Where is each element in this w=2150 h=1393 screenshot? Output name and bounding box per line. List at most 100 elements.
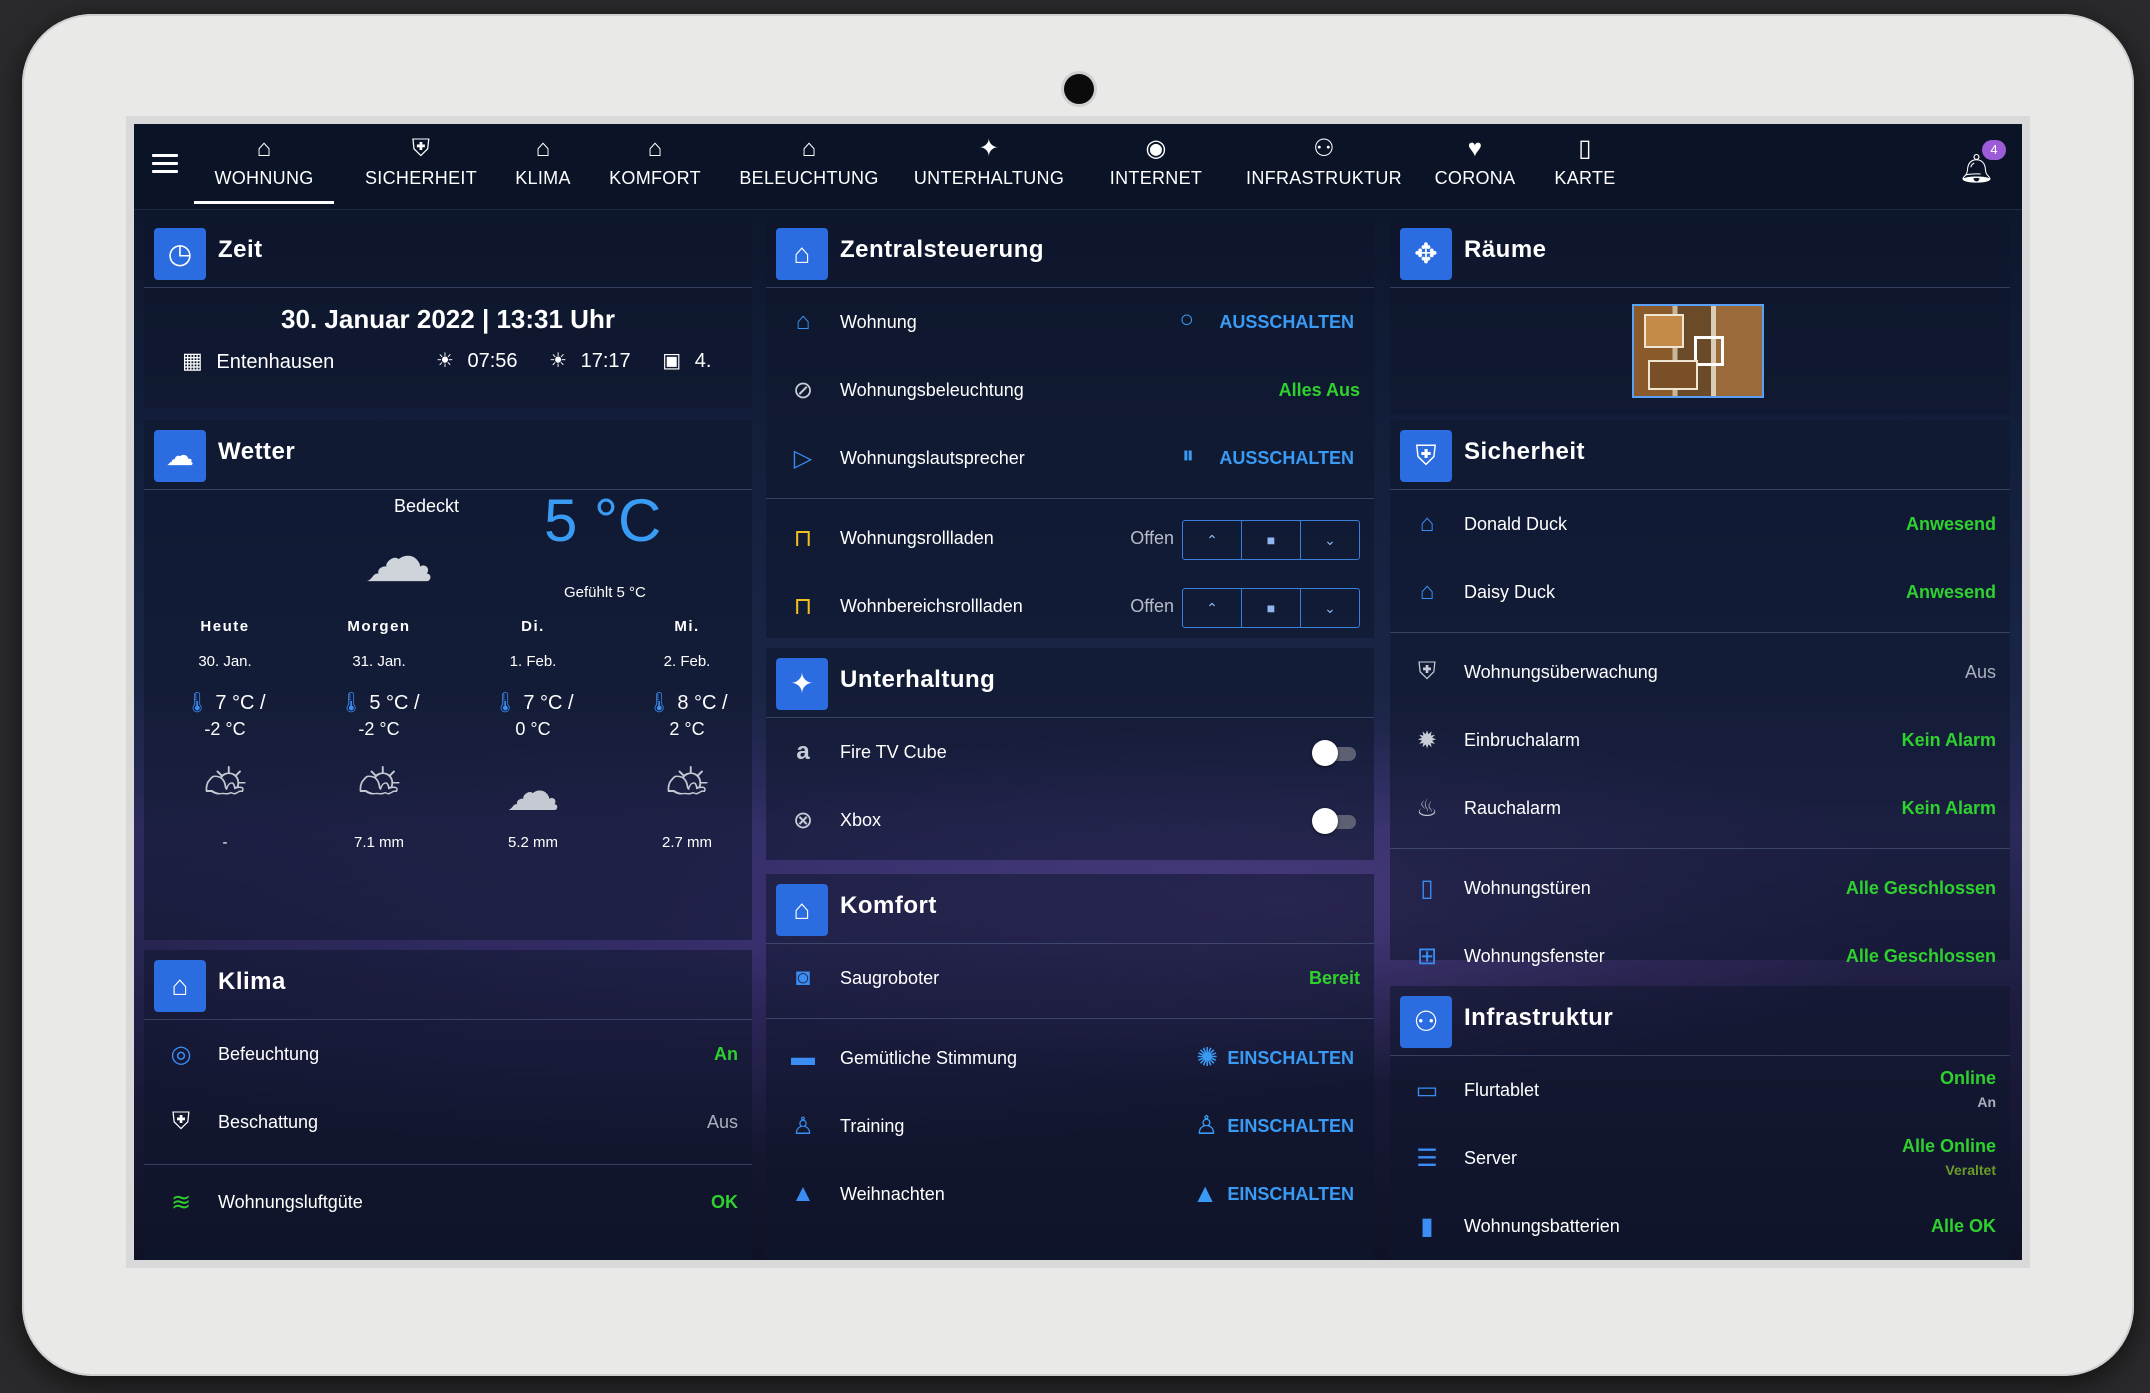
- shutter-up-button[interactable]: ⌃: [1183, 521, 1242, 559]
- floorplan-thumbnail[interactable]: [1632, 304, 1764, 398]
- raeume-card-header: ✥ Räume: [1390, 218, 2010, 288]
- fire-tv-toggle[interactable]: [1312, 740, 1356, 766]
- einschalten-button[interactable]: EINSCHALTEN: [1227, 1048, 1354, 1069]
- status-value: Alle Geschlossen: [1845, 946, 1996, 966]
- amazon-icon: a: [796, 738, 810, 765]
- list-item[interactable]: ♨ Rauchalarm Kein Alarm: [1390, 776, 2010, 842]
- status-subvalue: Veraltet: [1945, 1162, 1996, 1178]
- forecast-low: 2 °C: [669, 719, 705, 739]
- row-label: Wohnung: [840, 312, 917, 332]
- tab-infrastruktur[interactable]: ⚇ INFRASTRUKTUR: [1234, 134, 1414, 204]
- ausschalten-button[interactable]: AUSSCHALTEN: [1219, 312, 1354, 333]
- zeit-card: ◷ Zeit 30. Januar 2022 | 13:31 Uhr ▦ Ent…: [144, 218, 752, 408]
- sunrise-icon: ☀︎: [436, 350, 454, 372]
- shutter-up-button[interactable]: ⌃: [1183, 589, 1242, 627]
- ausschalten-button[interactable]: AUSSCHALTEN: [1219, 448, 1354, 469]
- tab-beleuchtung[interactable]: ⌂ BELEUCHTUNG: [734, 134, 884, 204]
- status-value: An: [714, 1044, 738, 1064]
- status-value: Kein Alarm: [1901, 798, 1996, 818]
- list-item: ◙ Saugroboter Bereit: [766, 946, 1374, 1012]
- forecast-precip: -: [222, 834, 228, 851]
- forecast-day-name: Di.: [521, 618, 545, 635]
- list-item[interactable]: ≋ Wohnungsluftgüte OK: [144, 1170, 752, 1236]
- tab-klima[interactable]: ⌂ KLIMA: [498, 134, 588, 204]
- row-label: Beschattung: [218, 1112, 319, 1132]
- forecast-day-name: Heute: [200, 618, 250, 635]
- robot-vacuum-icon: ◙: [795, 964, 811, 991]
- forecast-high-value: 5 °C /: [369, 692, 420, 714]
- tab-corona[interactable]: ♥ CORONA: [1420, 134, 1530, 204]
- tab-label: WOHNUNG: [214, 168, 314, 188]
- tab-komfort[interactable]: ⌂ KOMFORT: [600, 134, 710, 204]
- shutter-down-button[interactable]: ⌄: [1301, 521, 1359, 559]
- row-label: Wohnungstüren: [1464, 878, 1591, 898]
- row-label: Fire TV Cube: [840, 742, 947, 762]
- row-label: Training: [840, 1116, 905, 1136]
- list-item[interactable]: ▮ Wohnungsbatterien Alle OK: [1390, 1194, 2010, 1260]
- tab-label: CORONA: [1434, 168, 1516, 188]
- thermometer-icon: 🌡︎: [492, 692, 518, 714]
- shutter-stop-button[interactable]: ■: [1242, 589, 1301, 627]
- weather-icon: ☁: [154, 430, 206, 482]
- battery-icon: ▮: [1420, 1213, 1434, 1240]
- forecast-date: 30. Jan.: [198, 653, 252, 670]
- list-item: ▬ Gemütliche Stimmung ✺ EINSCHALTEN: [766, 1026, 1374, 1092]
- row-label: Saugroboter: [840, 968, 940, 988]
- pine-tree-icon: ▲: [1192, 1178, 1218, 1208]
- forecast-date: 31. Jan.: [352, 653, 406, 670]
- snow-cloud-icon: ☁︎: [506, 762, 560, 822]
- forecast-high-value: 7 °C /: [523, 692, 574, 714]
- status-value: Bereit: [1308, 968, 1360, 988]
- row-label: Donald Duck: [1464, 514, 1568, 534]
- raeume-card: ✥ Räume: [1390, 218, 2010, 414]
- date-short: 4.: [694, 350, 712, 372]
- row-label: Wohnungsrollladen: [840, 528, 994, 548]
- forecast-precip: 2.7 mm: [661, 834, 712, 851]
- status-value: Kein Alarm: [1901, 730, 1996, 750]
- list-item[interactable]: ⌂ Donald Duck Anwesend: [1390, 492, 2010, 558]
- forecast-date: 1. Feb.: [509, 653, 557, 670]
- tab-label: INTERNET: [1109, 168, 1203, 188]
- tab-unterhaltung[interactable]: ✦ UNTERHALTUNG: [904, 134, 1074, 204]
- komfort-card: ⌂ Komfort ◙ Saugroboter Bereit ▬ Gemütli…: [766, 874, 1374, 1260]
- tab-wohnung[interactable]: ⌂ WOHNUNG: [194, 134, 334, 204]
- list-item: ⊓ Wohnbereichsrollladen Offen ⌃ ■ ⌄: [766, 574, 1374, 640]
- forecast-high: 🌡︎ 7 °C /: [150, 690, 300, 715]
- tab-sicherheit[interactable]: ⛨ SICHERHEIT: [346, 134, 496, 204]
- raeume-title: Räume: [1464, 236, 1547, 263]
- klima-title: Klima: [218, 968, 286, 995]
- door-icon: ▯: [1420, 875, 1434, 902]
- status-value: Alles Aus: [1278, 380, 1360, 400]
- shutter-stop-button[interactable]: ■: [1242, 521, 1301, 559]
- list-item: ⊗ Xbox: [766, 788, 1374, 854]
- einschalten-button[interactable]: EINSCHALTEN: [1227, 1184, 1354, 1205]
- shield-off-icon: ⛨: [172, 1108, 190, 1135]
- cloud-icon: ☁: [364, 518, 434, 596]
- list-item[interactable]: ⌂ Daisy Duck Anwesend: [1390, 560, 2010, 626]
- list-item[interactable]: ⊞ Wohnungsfenster Alle Geschlossen: [1390, 924, 2010, 990]
- feels-like: Gefühlt 5 °C: [564, 584, 646, 601]
- home-icon: ⌂: [776, 228, 828, 280]
- list-item[interactable]: ⛨ Beschattung Aus: [144, 1090, 752, 1156]
- list-item[interactable]: ◎ Befeuchtung An: [144, 1022, 752, 1088]
- sun-times: ☀︎ 07:56 ☀︎ 17:17 ▣ 4.: [436, 348, 711, 373]
- sunrise-time: 07:56: [467, 350, 518, 372]
- tab-internet[interactable]: ◉ INTERNET: [1096, 134, 1216, 204]
- menu-icon[interactable]: [152, 154, 178, 174]
- xbox-toggle[interactable]: [1312, 808, 1356, 834]
- window-shutter-icon: ⊓: [793, 593, 813, 620]
- shutter-down-button[interactable]: ⌄: [1301, 589, 1359, 627]
- tab-karte[interactable]: ▯ KARTE: [1540, 134, 1630, 204]
- party-popper-icon: ✦: [978, 135, 1000, 162]
- list-item[interactable]: ▯ Wohnungstüren Alle Geschlossen: [1390, 856, 2010, 922]
- home-account-icon: ⌂: [1419, 510, 1435, 537]
- einschalten-button[interactable]: EINSCHALTEN: [1227, 1116, 1354, 1137]
- list-item[interactable]: ☰ Server Alle Online Veraltet: [1390, 1126, 2010, 1192]
- network-icon: ⚇: [1400, 996, 1452, 1048]
- unterhaltung-card-header: ✦ Unterhaltung: [766, 648, 1374, 718]
- notification-badge: 4: [1982, 140, 2006, 160]
- list-item[interactable]: ⛨ Wohnungsüberwachung Aus: [1390, 640, 2010, 706]
- list-item[interactable]: ✹ Einbruchalarm Kein Alarm: [1390, 708, 2010, 774]
- fire-icon: ♨: [1416, 795, 1438, 822]
- list-item[interactable]: ▭ Flurtablet Online An: [1390, 1058, 2010, 1124]
